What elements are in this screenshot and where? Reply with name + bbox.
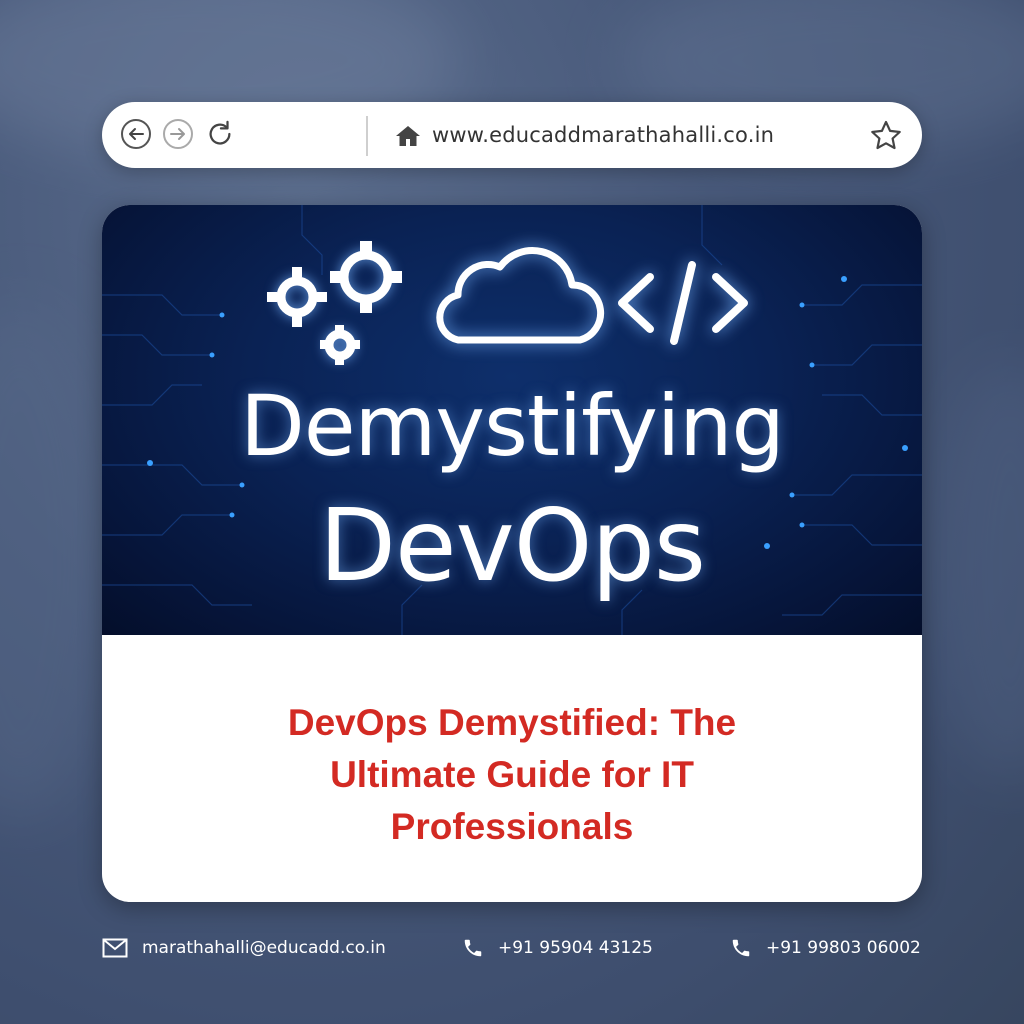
- star-icon[interactable]: [868, 118, 904, 154]
- banner-title-line1: Demystifying: [240, 377, 785, 475]
- forward-icon: [170, 128, 185, 140]
- home-icon[interactable]: [395, 124, 421, 148]
- forward-button[interactable]: [163, 119, 193, 149]
- headline-line2: Ultimate Guide for IT: [330, 754, 694, 795]
- email-text: marathahalli@educadd.co.in: [142, 938, 386, 958]
- footer-phone-1[interactable]: +91 95904 43125: [462, 935, 653, 961]
- back-button[interactable]: [121, 119, 151, 149]
- phone-icon: [732, 939, 750, 957]
- code-icon: [618, 261, 748, 345]
- back-icon: [129, 128, 144, 140]
- banner-title-line2: DevOps: [319, 487, 706, 604]
- phone-1-text: +91 95904 43125: [498, 938, 653, 958]
- reload-icon: [209, 120, 231, 145]
- browser-address-bar: www.educaddmarathahalli.co.in: [102, 102, 922, 168]
- background-blur: [930, 360, 1024, 780]
- article-card[interactable]: Demystifying DevOps DevOps Demystified: …: [102, 205, 922, 902]
- phone-2-text: +91 99803 06002: [766, 938, 921, 958]
- cloud-icon: [436, 247, 605, 344]
- article-headline[interactable]: DevOps Demystified: The Ultimate Guide f…: [142, 697, 882, 853]
- toolbar-divider: [366, 116, 368, 156]
- phone-icon: [464, 939, 482, 957]
- url-text[interactable]: www.educaddmarathahalli.co.in: [432, 123, 774, 147]
- headline-line1: DevOps Demystified: The: [287, 702, 737, 743]
- headline-line3: Professionals: [390, 806, 634, 847]
- reload-button[interactable]: [205, 119, 235, 149]
- footer-email[interactable]: marathahalli@educadd.co.in: [102, 935, 386, 961]
- mail-icon: [102, 938, 128, 958]
- banner-image: Demystifying DevOps: [102, 205, 922, 635]
- footer-phone-2[interactable]: +91 99803 06002: [730, 935, 921, 961]
